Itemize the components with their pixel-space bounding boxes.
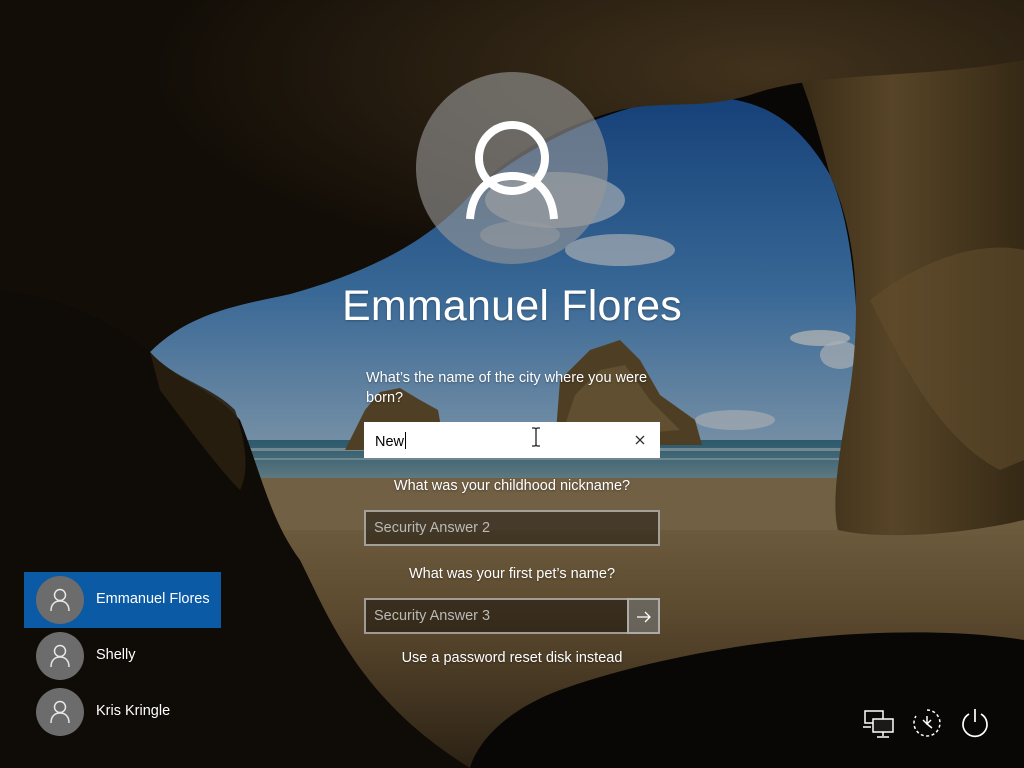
user-list: Emmanuel Flores Shelly Kris Kringle bbox=[24, 572, 221, 740]
security-question-2: What was your childhood nickname? bbox=[393, 478, 631, 494]
security-answer-2-input[interactable] bbox=[366, 512, 658, 544]
person-icon bbox=[50, 700, 70, 724]
user-avatar-small bbox=[36, 688, 84, 736]
submit-button[interactable] bbox=[627, 598, 660, 634]
person-icon bbox=[466, 121, 558, 220]
security-question-1: What’s the name of the city where you we… bbox=[366, 370, 648, 406]
security-answer-1-field[interactable]: New bbox=[364, 422, 660, 458]
text-caret bbox=[405, 432, 407, 449]
user-item-kris-kringle[interactable]: Kris Kringle bbox=[24, 684, 221, 740]
person-icon bbox=[50, 588, 70, 612]
network-icon[interactable] bbox=[862, 706, 896, 740]
user-avatar-small bbox=[36, 632, 84, 680]
user-item-label: Emmanuel Flores bbox=[96, 591, 210, 607]
security-answer-1-value: New bbox=[375, 432, 407, 450]
user-item-label: Shelly bbox=[96, 647, 136, 663]
user-item-emmanuel-flores[interactable]: Emmanuel Flores bbox=[24, 572, 221, 628]
ease-of-access-icon[interactable] bbox=[910, 706, 944, 740]
user-item-label: Kris Kringle bbox=[96, 703, 171, 719]
person-icon bbox=[50, 644, 70, 668]
text-cursor-icon bbox=[532, 427, 540, 447]
arrow-right-icon bbox=[637, 611, 651, 623]
security-answer-3-input[interactable] bbox=[366, 600, 628, 632]
user-item-shelly[interactable]: Shelly bbox=[24, 628, 221, 684]
power-icon[interactable] bbox=[958, 706, 992, 740]
security-question-3: What was your first pet’s name? bbox=[408, 566, 616, 582]
user-name-heading: Emmanuel Flores bbox=[342, 282, 682, 330]
user-avatar-small bbox=[36, 576, 84, 624]
password-reset-disk-link[interactable]: Use a password reset disk instead bbox=[312, 650, 712, 666]
close-icon bbox=[635, 435, 645, 445]
security-answer-3-field[interactable] bbox=[364, 598, 628, 634]
clear-input-button[interactable] bbox=[630, 430, 650, 450]
user-avatar bbox=[416, 72, 608, 264]
security-answer-2-field[interactable] bbox=[364, 510, 660, 546]
lock-screen: Emmanuel Flores What’s the name of the c… bbox=[0, 0, 1024, 768]
